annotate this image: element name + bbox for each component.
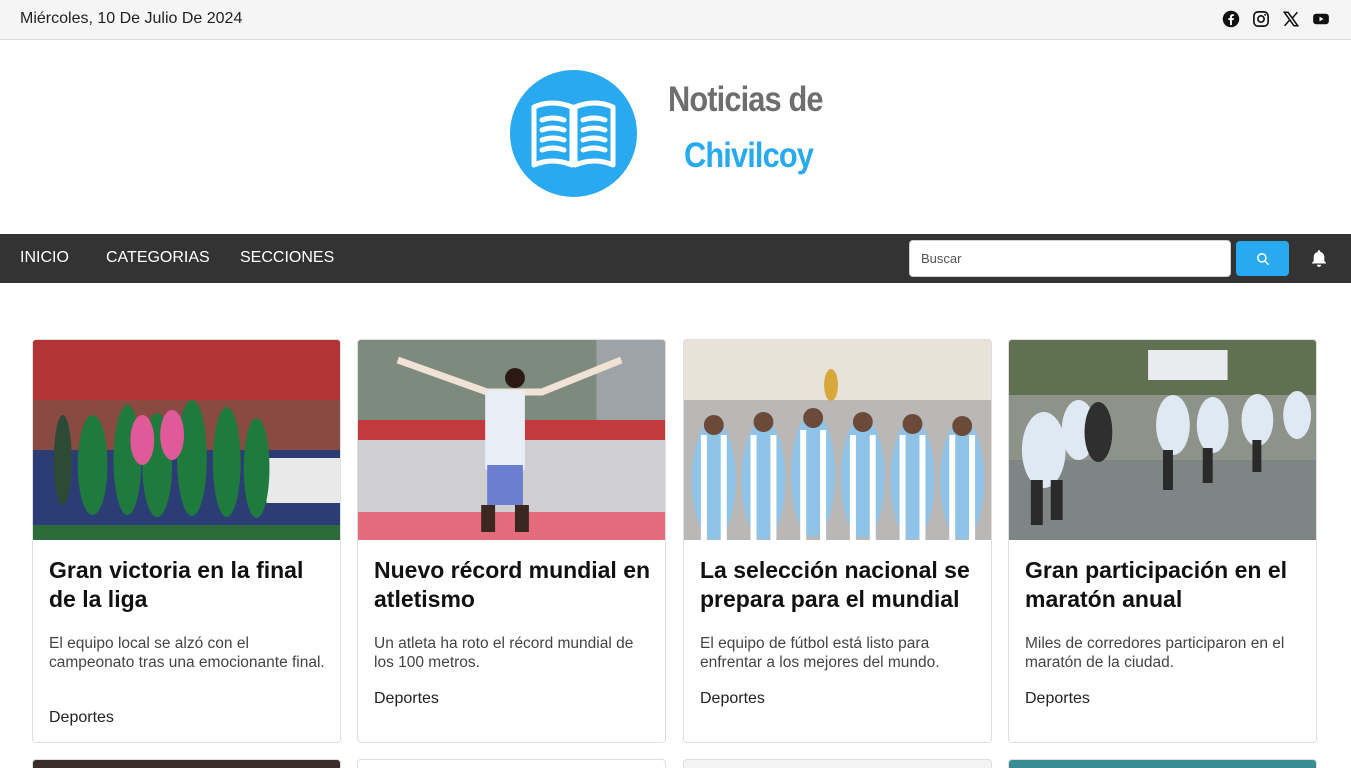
article-description: El equipo de fútbol está listo para enfr… (700, 635, 940, 671)
nav-item-categorias[interactable]: CATEGORIAS (106, 249, 210, 267)
social-links (1222, 10, 1330, 28)
x-icon[interactable] (1282, 10, 1300, 28)
article-category[interactable]: Deportes (700, 690, 765, 708)
facebook-icon[interactable] (1222, 10, 1240, 28)
article-card[interactable]: Gran victoria en la final de la liga El … (32, 339, 341, 743)
article-card[interactable]: Nuevo récord mundial en atletismo Un atl… (357, 339, 666, 743)
logo-title-line2: Chivilcoy (684, 136, 814, 175)
article-card[interactable] (1008, 759, 1317, 768)
nav-item-secciones[interactable]: SECCIONES (240, 249, 334, 267)
article-title[interactable]: La selección nacional se prepara para el… (700, 556, 980, 614)
article-card[interactable] (683, 759, 992, 768)
article-card[interactable]: Gran participación en el maratón anual M… (1008, 339, 1317, 743)
search-input[interactable] (909, 240, 1231, 277)
article-image (33, 340, 340, 540)
article-image (358, 340, 665, 540)
article-category[interactable]: Deportes (374, 690, 439, 708)
top-bar: Miércoles, 10 De Julio De 2024 (0, 0, 1351, 40)
article-card[interactable]: La selección nacional se prepara para el… (683, 339, 992, 743)
article-title[interactable]: Nuevo récord mundial en atletismo (374, 556, 654, 614)
article-description: El equipo local se alzó con el campeonat… (49, 635, 325, 671)
article-card[interactable] (357, 759, 666, 768)
search-button[interactable] (1236, 241, 1289, 276)
article-card[interactable] (32, 759, 341, 768)
site-header: Noticias de Chivilcoy (0, 40, 1351, 234)
article-description: Un atleta ha roto el récord mundial de l… (374, 635, 634, 671)
article-description: Miles de corredores participaron en el m… (1025, 635, 1285, 671)
site-logo[interactable] (510, 70, 637, 197)
bell-icon[interactable] (1309, 248, 1329, 269)
open-book-icon (531, 100, 616, 168)
main-navbar: INICIO CATEGORIAS SECCIONES (0, 234, 1351, 283)
current-date: Miércoles, 10 De Julio De 2024 (20, 10, 243, 27)
youtube-icon[interactable] (1312, 10, 1330, 28)
nav-item-inicio[interactable]: INICIO (20, 249, 69, 267)
search-icon (1256, 252, 1269, 265)
article-image (684, 340, 991, 540)
logo-title-line1: Noticias de (668, 80, 824, 119)
article-category[interactable]: Deportes (49, 709, 114, 727)
article-title[interactable]: Gran victoria en la final de la liga (49, 556, 329, 614)
article-category[interactable]: Deportes (1025, 690, 1090, 708)
article-image (1009, 340, 1316, 540)
article-title[interactable]: Gran participación en el maratón anual (1025, 556, 1305, 614)
instagram-icon[interactable] (1252, 10, 1270, 28)
